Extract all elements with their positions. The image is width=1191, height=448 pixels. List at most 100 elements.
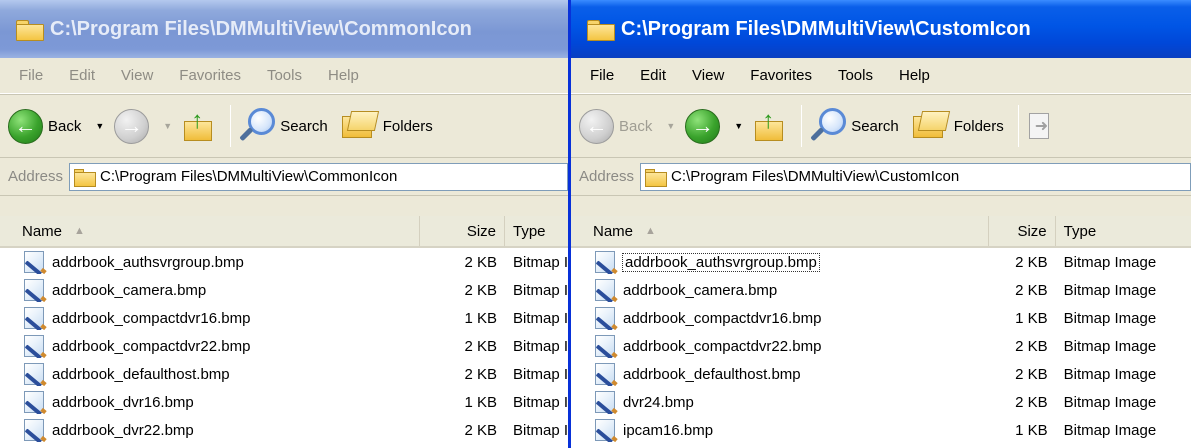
file-name-cell: addrbook_dvr22.bmp xyxy=(0,418,420,442)
address-value: C:\Program Files\DMMultiView\CommonIcon xyxy=(100,168,398,185)
file-name: dvr24.bmp xyxy=(623,393,694,411)
file-row[interactable]: addrbook_camera.bmp 2 KB Bitmap Image xyxy=(571,276,1191,304)
file-name-cell: addrbook_compactdvr16.bmp xyxy=(571,306,989,330)
bitmap-file-icon xyxy=(22,390,48,414)
column-header-size[interactable]: Size xyxy=(989,216,1056,246)
forward-button[interactable]: → xyxy=(685,108,721,144)
folder-icon xyxy=(74,168,97,187)
menu-file[interactable]: File xyxy=(6,67,56,84)
column-header-type[interactable]: Type xyxy=(505,216,568,246)
file-name: addrbook_dvr16.bmp xyxy=(52,393,194,411)
back-button[interactable]: ← Back xyxy=(579,108,652,144)
column-header-name[interactable]: Name ▲ xyxy=(0,216,420,246)
address-field[interactable]: C:\Program Files\DMMultiView\CustomIcon xyxy=(640,162,1191,191)
search-button[interactable]: Search xyxy=(810,108,899,144)
menu-help[interactable]: Help xyxy=(315,67,372,84)
address-field[interactable]: C:\Program Files\DMMultiView\CommonIcon xyxy=(69,162,568,191)
file-type: Bitmap Image xyxy=(1063,253,1157,271)
column-header-name[interactable]: Name ▲ xyxy=(571,216,989,246)
file-size: 2 KB xyxy=(1015,281,1048,299)
file-name-cell: addrbook_defaulthost.bmp xyxy=(571,362,989,386)
file-type: Bitmap Image xyxy=(1063,365,1157,383)
back-dropdown-arrow-icon[interactable]: ▼ xyxy=(95,121,104,131)
menu-help[interactable]: Help xyxy=(886,67,943,84)
file-name-cell: addrbook_authsvrgroup.bmp xyxy=(571,250,989,274)
list-header: Name ▲ Size Type xyxy=(571,216,1191,248)
file-size: 2 KB xyxy=(464,337,497,355)
file-type: Bitmap Image xyxy=(513,393,568,411)
file-size: 1 KB xyxy=(1015,309,1048,327)
menu-favorites[interactable]: Favorites xyxy=(166,67,254,84)
bitmap-file-icon xyxy=(22,334,48,358)
menu-edit[interactable]: Edit xyxy=(627,67,679,84)
bitmap-file-icon xyxy=(22,250,48,274)
file-name: addrbook_camera.bmp xyxy=(623,281,778,299)
file-type: Bitmap Image xyxy=(1063,281,1157,299)
column-header-type[interactable]: Type xyxy=(1056,216,1191,246)
search-label: Search xyxy=(851,117,899,135)
file-row[interactable]: addrbook_camera.bmp 2 KB Bitmap Image xyxy=(0,276,568,304)
back-button[interactable]: ← Back xyxy=(8,108,81,144)
address-label: Address xyxy=(8,168,64,185)
file-name: ipcam16.bmp xyxy=(623,421,714,439)
file-name: addrbook_compactdvr22.bmp xyxy=(52,337,251,355)
folders-button[interactable]: Folders xyxy=(341,111,433,141)
menu-bar: File Edit View Favorites Tools Help xyxy=(571,58,1191,94)
folders-button[interactable]: Folders xyxy=(912,111,1004,141)
move-to-icon: ➜ xyxy=(1027,111,1053,141)
file-row[interactable]: addrbook_dvr22.bmp 2 KB Bitmap Image xyxy=(0,416,568,444)
menu-view[interactable]: View xyxy=(679,67,737,84)
list-header: Name ▲ Size Type xyxy=(0,216,568,248)
file-row[interactable]: ipcam16.bmp 1 KB Bitmap Image xyxy=(571,416,1191,444)
file-row[interactable]: addrbook_defaulthost.bmp 2 KB Bitmap Image xyxy=(0,360,568,388)
file-row[interactable]: addrbook_compactdvr22.bmp 2 KB Bitmap Imag… xyxy=(0,332,568,360)
column-header-size[interactable]: Size xyxy=(420,216,505,246)
menu-file[interactable]: File xyxy=(577,67,627,84)
address-value: C:\Program Files\DMMultiView\CustomIcon xyxy=(671,168,960,185)
file-name-cell: addrbook_compactdvr22.bmp xyxy=(0,334,420,358)
forward-button[interactable]: → xyxy=(114,108,150,144)
file-row[interactable]: addrbook_compactdvr16.bmp 1 KB Bitmap Imag… xyxy=(571,304,1191,332)
explorer-window-customicon: C:\Program Files\DMMultiView\CustomIcon … xyxy=(568,0,1191,448)
menu-tools[interactable]: Tools xyxy=(825,67,886,84)
file-size: 2 KB xyxy=(464,421,497,439)
file-type: Bitmap Image xyxy=(1063,421,1157,439)
file-row[interactable]: addrbook_dvr16.bmp 1 KB Bitmap Image xyxy=(0,388,568,416)
file-row[interactable]: addrbook_compactdvr22.bmp 2 KB Bitmap Imag… xyxy=(571,332,1191,360)
up-button[interactable]: ↑ xyxy=(753,107,787,143)
file-row[interactable]: addrbook_authsvrgroup.bmp 2 KB Bitmap Imag… xyxy=(571,248,1191,276)
file-row[interactable]: dvr24.bmp 2 KB Bitmap Image xyxy=(571,388,1191,416)
up-button[interactable]: ↑ xyxy=(182,107,216,143)
file-name: addrbook_camera.bmp xyxy=(52,281,207,299)
file-size: 2 KB xyxy=(1015,365,1048,383)
bitmap-file-icon xyxy=(22,306,48,330)
file-type: Bitmap Image xyxy=(513,365,568,383)
menu-favorites[interactable]: Favorites xyxy=(737,67,825,84)
column-type-label: Type xyxy=(513,222,546,240)
menu-tools[interactable]: Tools xyxy=(254,67,315,84)
file-row[interactable]: addrbook_defaulthost.bmp 2 KB Bitmap Image xyxy=(571,360,1191,388)
window-title: C:\Program Files\DMMultiView\CustomIcon xyxy=(621,17,1031,40)
bitmap-file-icon xyxy=(593,390,619,414)
file-name: addrbook_authsvrgroup.bmp xyxy=(622,252,820,272)
window-title: C:\Program Files\DMMultiView\CommonIcon xyxy=(50,17,472,40)
file-row[interactable]: addrbook_authsvrgroup.bmp 2 KB Bitmap Imag… xyxy=(0,248,568,276)
folders-label: Folders xyxy=(953,117,1004,135)
title-bar[interactable]: C:\Program Files\DMMultiView\CommonIcon xyxy=(0,0,568,58)
back-dropdown-arrow-icon[interactable]: ▼ xyxy=(666,121,675,131)
title-bar[interactable]: C:\Program Files\DMMultiView\CustomIcon xyxy=(571,0,1191,58)
bitmap-file-icon xyxy=(22,418,48,442)
file-row[interactable]: addrbook_compactdvr16.bmp 1 KB Bitmap Imag… xyxy=(0,304,568,332)
up-folder-icon: ↑ xyxy=(753,107,787,143)
folder-icon xyxy=(645,168,668,187)
file-type: Bitmap Image xyxy=(1063,337,1157,355)
menu-edit[interactable]: Edit xyxy=(56,67,108,84)
forward-dropdown-arrow-icon[interactable]: ▼ xyxy=(163,121,172,131)
menu-view[interactable]: View xyxy=(108,67,166,84)
file-type: Bitmap Image xyxy=(513,309,568,327)
forward-dropdown-arrow-icon[interactable]: ▼ xyxy=(734,121,743,131)
column-size-label: Size xyxy=(1017,222,1047,240)
file-name-cell: addrbook_compactdvr16.bmp xyxy=(0,306,420,330)
move-to-button[interactable]: ➜ xyxy=(1027,111,1053,141)
search-button[interactable]: Search xyxy=(239,108,328,144)
